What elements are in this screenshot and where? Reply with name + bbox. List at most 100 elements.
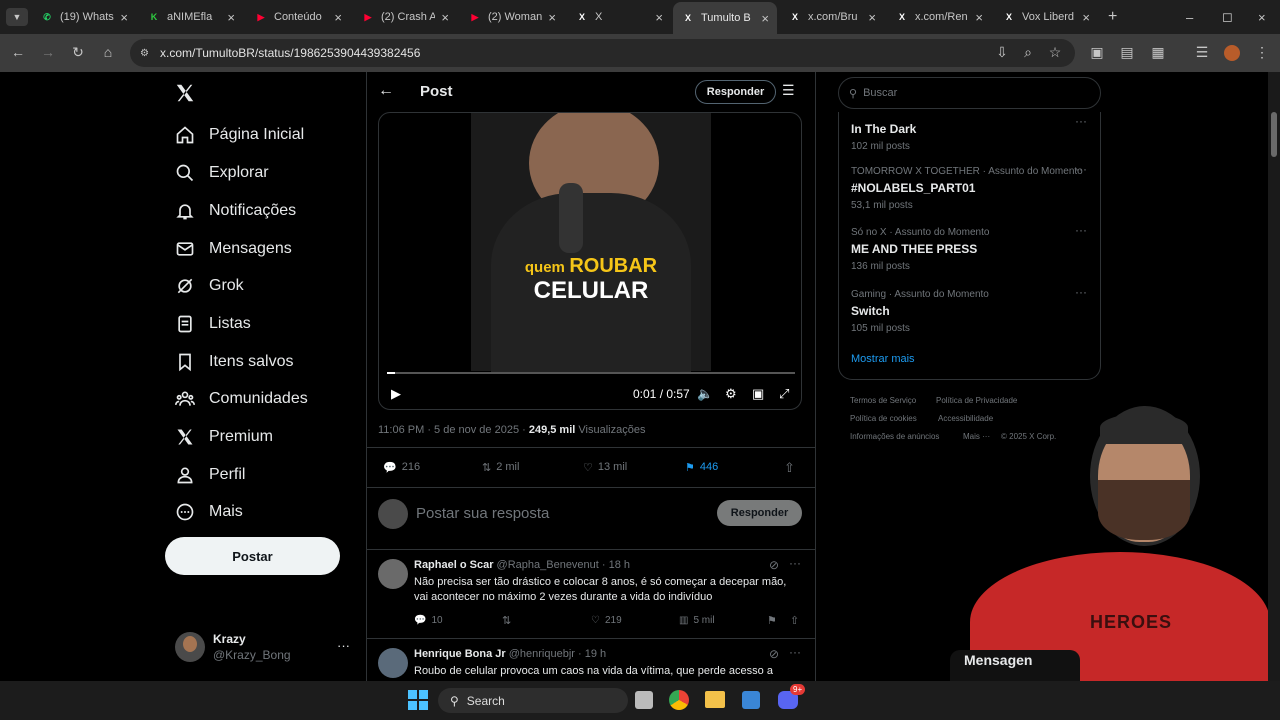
search-input[interactable]: ⚲ Buscar xyxy=(838,77,1101,109)
close-tab-icon[interactable]: × xyxy=(868,10,876,25)
more-dots-icon[interactable]: ··· xyxy=(1075,285,1087,299)
like-action[interactable]: ♡ 13 mil xyxy=(583,461,627,474)
file-explorer-icon[interactable] xyxy=(705,691,725,708)
nav-more[interactable]: Mais xyxy=(175,502,243,522)
reply-header-button[interactable]: Responder xyxy=(695,80,776,104)
tab-search-button[interactable]: ▼ xyxy=(6,8,28,26)
extensions-puzzle-icon[interactable]: ▦ xyxy=(1148,44,1168,61)
taskbar-search[interactable]: ⚲ Search xyxy=(438,688,628,713)
close-tab-icon[interactable]: × xyxy=(655,10,663,25)
zoom-icon[interactable]: ⌕ xyxy=(1018,44,1038,61)
grok-icon[interactable]: ⊘ xyxy=(769,558,779,572)
close-tab-icon[interactable]: × xyxy=(975,10,983,25)
extension-icon[interactable]: ▤ xyxy=(1117,44,1137,61)
more-dots-icon[interactable]: ··· xyxy=(789,556,801,570)
browser-tab[interactable]: ▶ Conteúdo × xyxy=(246,4,350,30)
forward-arrow-icon[interactable]: → xyxy=(38,44,58,60)
scrollbar-thumb[interactable] xyxy=(1271,112,1277,157)
browser-tab[interactable]: ✆ (19) WhatsApp × xyxy=(32,4,136,30)
menu-dots-icon[interactable]: ⋮ xyxy=(1252,44,1272,61)
home-icon[interactable]: ⌂ xyxy=(98,44,118,60)
browser-tab[interactable]: Xx.com/Ren × xyxy=(887,4,991,30)
reply-author-handle[interactable]: @henriquebjr xyxy=(509,648,575,660)
close-tab-icon[interactable]: × xyxy=(227,10,235,25)
nav-communities[interactable]: Comunidades xyxy=(175,389,308,409)
share-icon[interactable]: ⇧ xyxy=(784,460,795,476)
grok-icon[interactable]: ⊘ xyxy=(769,647,779,661)
play-icon[interactable]: ▶ xyxy=(391,386,401,402)
close-tab-icon[interactable]: × xyxy=(441,10,449,25)
account-menu-icon[interactable]: ··· xyxy=(337,638,350,653)
nav-notifications[interactable]: Notificações xyxy=(175,201,296,221)
reply-views-action[interactable]: ▥ 5 mil xyxy=(679,615,715,626)
task-view-icon[interactable] xyxy=(635,691,653,709)
reply-input[interactable]: Postar sua resposta xyxy=(416,505,549,522)
volume-icon[interactable]: 🔈 xyxy=(697,386,713,402)
nav-premium[interactable]: Premium xyxy=(175,427,273,447)
post-button[interactable]: Postar xyxy=(165,537,340,575)
sliders-icon[interactable]: ☰ xyxy=(782,82,795,99)
browser-tab[interactable]: Xx.com/Bru × xyxy=(780,4,884,30)
reply-action[interactable]: 💬 216 xyxy=(383,461,420,474)
more-dots-icon[interactable]: ··· xyxy=(1075,223,1087,237)
x-logo-icon[interactable] xyxy=(174,82,196,109)
reload-icon[interactable]: ↻ xyxy=(68,44,88,61)
extension-icon[interactable]: ▣ xyxy=(1087,44,1107,61)
close-tab-icon[interactable]: × xyxy=(548,10,556,25)
window-close-icon[interactable]: × xyxy=(1250,4,1274,30)
reply-author-name[interactable]: Raphael o Scar xyxy=(414,559,493,571)
close-tab-icon[interactable]: × xyxy=(334,10,342,25)
close-tab-icon[interactable]: × xyxy=(1082,10,1090,25)
site-info-icon[interactable]: ⚙ xyxy=(140,48,149,59)
video-progress-track[interactable] xyxy=(387,372,795,374)
footer-ads-link[interactable]: Informações de anúncios xyxy=(850,432,939,441)
reply-author-name[interactable]: Henrique Bona Jr xyxy=(414,648,506,660)
page-scrollbar[interactable] xyxy=(1268,72,1280,681)
trend-item[interactable]: In The Dark 102 mil posts ··· xyxy=(851,114,1091,152)
nav-bookmarks[interactable]: Itens salvos xyxy=(175,352,293,372)
avatar[interactable] xyxy=(175,632,205,662)
back-arrow-icon[interactable]: ← xyxy=(8,44,28,60)
browser-tab[interactable]: KaNIMEfla × xyxy=(139,4,243,30)
reply-time[interactable]: · 18 h xyxy=(602,559,630,571)
fullscreen-icon[interactable]: ⤢ xyxy=(779,386,789,402)
browser-tab[interactable]: ▶ (2) Woman × xyxy=(460,4,564,30)
trend-item[interactable]: Gaming · Assunto do Momento Switch 105 m… xyxy=(851,285,1091,334)
repost-action[interactable]: ⇅ 2 mil xyxy=(482,461,519,474)
picture-in-picture-icon[interactable]: ▣ xyxy=(752,386,764,402)
reply-like-action[interactable]: ♡ 219 xyxy=(591,615,622,626)
avatar[interactable] xyxy=(378,648,408,678)
reply-time[interactable]: · 19 h xyxy=(578,648,606,660)
new-tab-icon[interactable]: + xyxy=(1100,4,1125,30)
footer-cookies-link[interactable]: Política de cookies xyxy=(850,414,917,423)
more-dots-icon[interactable]: ··· xyxy=(789,645,801,659)
trend-item[interactable]: TOMORROW X TOGETHER · Assunto do Momento… xyxy=(851,162,1091,211)
more-dots-icon[interactable]: ··· xyxy=(1075,114,1087,128)
close-tab-icon[interactable]: × xyxy=(120,10,128,25)
footer-terms-link[interactable]: Termos de Serviço xyxy=(850,396,916,405)
profile-avatar[interactable] xyxy=(1224,45,1240,61)
video-player[interactable]: quem ROUBAR CELULAR ▶ 0:01 / 0:57 🔈 ⚙ ▣ … xyxy=(378,112,802,410)
close-tab-icon[interactable]: × xyxy=(761,11,769,26)
nav-home[interactable]: Página Inicial xyxy=(175,125,304,145)
back-arrow-icon[interactable]: ← xyxy=(378,82,394,100)
browser-tab[interactable]: ▶ (2) Crash A × xyxy=(353,4,457,30)
repost-icon[interactable]: ⇅ xyxy=(502,614,511,627)
media-control-icon[interactable]: ☰ xyxy=(1192,44,1212,61)
nav-profile[interactable]: Perfil xyxy=(175,465,245,485)
nav-messages[interactable]: Mensagens xyxy=(175,239,292,259)
reply-author-handle[interactable]: @Rapha_Benevenut xyxy=(497,559,599,571)
settings-icon[interactable]: ⚙ xyxy=(725,386,737,402)
nav-explore[interactable]: Explorar xyxy=(175,163,269,183)
bookmark-icon[interactable]: ⚑ xyxy=(767,614,777,627)
more-dots-icon[interactable]: ··· xyxy=(1075,162,1087,176)
store-icon[interactable] xyxy=(742,691,760,709)
avatar[interactable] xyxy=(378,559,408,589)
browser-tab[interactable]: X Vox Liberd × xyxy=(994,4,1098,30)
maximize-icon[interactable]: ◻ xyxy=(1214,4,1241,30)
windows-start-icon[interactable] xyxy=(408,690,428,710)
bookmark-action[interactable]: ⚑ 446 xyxy=(685,461,718,474)
reply-reply-action[interactable]: 💬 10 xyxy=(414,615,443,626)
address-bar[interactable]: ⚙ x.com/TumultoBR/status/198625390443938… xyxy=(130,39,1075,67)
trend-item[interactable]: Só no X · Assunto do Momento ME AND THEE… xyxy=(851,223,1091,272)
